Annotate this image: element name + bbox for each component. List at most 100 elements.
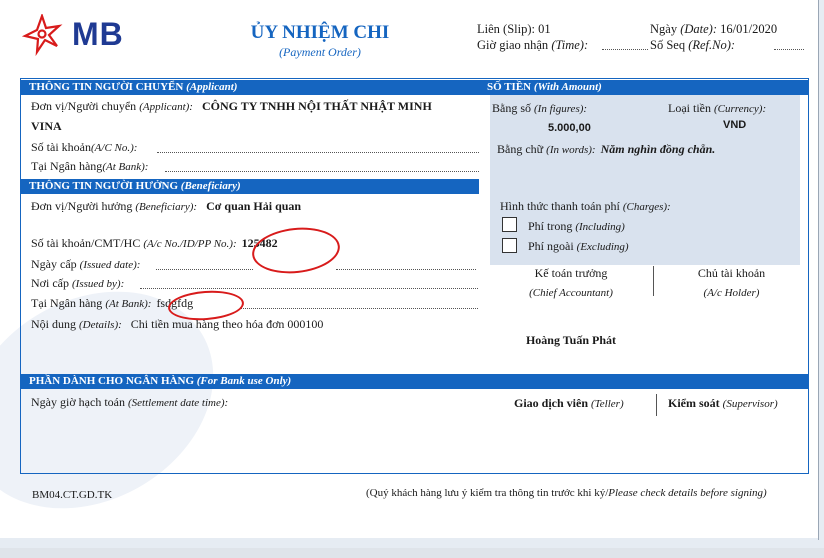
date-label: Ngày (650, 22, 678, 36)
words-label-en: (In words): (546, 144, 596, 156)
footer-note-en: Please check details before signing) (608, 487, 767, 499)
applicant-account-label: Số tài khoản (31, 140, 91, 154)
beneficiary-bank-label-en: (At Bank): (105, 298, 152, 310)
charges-label-en: (Charges): (622, 201, 671, 213)
beneficiary-heading-text: THÔNG TIN NGƯỜI HƯỞNG (29, 180, 179, 192)
beneficiary-account-label-en: (A/c No./ID/PP No.): (143, 238, 237, 250)
logo-text: MB (72, 16, 124, 52)
applicant-unit-value: CÔNG TY TNHH NỘI THẤT NHẬT MINH (201, 99, 432, 113)
issued-date-field (156, 269, 253, 270)
time-label: Giờ giao nhận (477, 38, 549, 52)
date-label-en: (Date): (680, 22, 717, 36)
beneficiary-unit-label-en: (Beneficiary): (135, 201, 198, 213)
form-code: BM04.CT.GD.TK (32, 489, 113, 501)
applicant-bank-field (165, 171, 479, 172)
words-value: Năm nghìn đồng chẵn. (600, 142, 716, 156)
date-row: Ngày (Date): 16/01/2020 (650, 22, 777, 37)
beneficiary-bank-label: Tại Ngân hàng (31, 296, 103, 310)
including-row: Phí trong (Including) (528, 219, 625, 234)
details-label-en: (Details): (79, 319, 122, 331)
issued-by-field (140, 288, 478, 289)
applicant-bank-label-en: (At Bank): (102, 161, 149, 173)
applicant-unit-value-2: VINA (31, 119, 62, 133)
words-label: Bằng chữ (497, 142, 544, 156)
details-label: Nội dung (31, 317, 76, 331)
details-value: Chi tiền mua hàng theo hóa đơn 000100 (130, 317, 324, 331)
time-label-en: (Time): (551, 38, 589, 52)
beneficiary-account-row: Số tài khoản/CMT/HC (A/c No./ID/PP No.):… (31, 236, 278, 251)
including-label-en: (Including) (575, 221, 625, 233)
including-checkbox[interactable] (502, 217, 517, 232)
mb-logo: MB (21, 12, 142, 57)
excluding-label: Phí ngoài (528, 239, 574, 253)
issued-date-label-en: (Issued date): (79, 259, 141, 271)
beneficiary-unit-value: Cơ quan Hải quan (206, 199, 302, 213)
currency-row: Loại tiền (Currency): (668, 101, 766, 116)
supervisor-label: Kiểm soát (668, 396, 720, 410)
figures-row: Bằng số (In figures): (492, 101, 587, 116)
seq-label-en: (Ref.No): (688, 38, 736, 52)
footer-note-vi: (Quý khách hàng lưu ý kiểm tra thông tin… (366, 487, 609, 499)
applicant-account-field (157, 152, 479, 153)
amount-heading: SỐ TIỀN (With Amount) (479, 80, 808, 95)
time-row: Giờ giao nhận (Time): (477, 38, 588, 53)
excluding-label-en: (Excluding) (576, 241, 629, 253)
account-holder-label: Chủ tài khoản (697, 266, 766, 280)
page-right-edge (818, 0, 819, 540)
chief-accountant-label-en: (Chief Accountant) (529, 287, 613, 299)
seq-label: Số Seq (650, 38, 686, 52)
page-title: ỦY NHIỆM CHI (250, 22, 390, 43)
beneficiary-bank-field (240, 308, 478, 309)
applicant-heading-text: THÔNG TIN NGƯỜI CHUYỂN (29, 81, 184, 93)
date-value: 16/01/2020 (720, 22, 778, 36)
beneficiary-heading-en: (Beneficiary) (180, 180, 241, 192)
applicant-account-label-en: (A/C No.): (91, 142, 138, 154)
charges-row: Hình thức thanh toán phí (Charges): (500, 199, 671, 214)
mb-star-icon (21, 12, 63, 57)
applicant-bank-label: Tại Ngân hàng (31, 159, 103, 173)
applicant-unit-row: Đơn vị/Người chuyển (Applicant): CÔNG TY… (31, 99, 432, 114)
window-bottom-edge (0, 548, 824, 558)
bank-use-heading-en: (For Bank use Only) (196, 375, 292, 387)
footer-note: (Quý khách hàng lưu ý kiểm tra thông tin… (366, 487, 767, 499)
issued-date-row: Ngày cấp (Issued date): (31, 257, 140, 272)
account-holder-label-en: (A/c Holder) (703, 287, 760, 299)
issued-date-field-2 (336, 269, 476, 270)
bank-use-heading-text: PHẦN DÀNH CHO NGÂN HÀNG (29, 375, 194, 387)
beneficiary-heading: THÔNG TIN NGƯỜI HƯỞNG (Beneficiary) (21, 179, 479, 194)
supervisor-label-en: (Supervisor) (722, 398, 778, 410)
bank-use-divider (656, 394, 657, 416)
page-subtitle: (Payment Order) (279, 45, 361, 59)
amount-heading-text: SỐ TIỀN (487, 81, 532, 93)
settlement-label: Ngày giờ hạch toán (31, 395, 125, 409)
seq-row: Số Seq (Ref.No): (650, 38, 735, 53)
excluding-checkbox[interactable] (502, 238, 517, 253)
chief-accountant-block: Kế toán trưởng (Chief Accountant) (490, 266, 652, 299)
bank-use-heading: PHẦN DÀNH CHO NGÂN HÀNG (For Bank use On… (21, 374, 808, 389)
slip-label: Liên (Slip): 01 (477, 22, 551, 36)
teller-row: Giao dịch viên (Teller) (514, 396, 624, 411)
settlement-row: Ngày giờ hạch toán (Settlement date time… (31, 395, 228, 410)
currency-label: Loại tiền (668, 101, 711, 115)
applicant-bank-row: Tại Ngân hàng(At Bank): (31, 159, 148, 174)
figures-value: 5.000,00 (548, 122, 591, 134)
chief-accountant-label: Kế toán trưởng (534, 266, 608, 280)
teller-label-en: (Teller) (591, 398, 624, 410)
page-title-block: ỦY NHIỆM CHI (Payment Order) (230, 22, 410, 60)
excluding-row: Phí ngoài (Excluding) (528, 239, 629, 254)
applicant-unit-label: Đơn vị/Người chuyển (31, 99, 137, 113)
time-dots (602, 49, 648, 50)
beneficiary-unit-row: Đơn vị/Người hưởng (Beneficiary): Cơ qua… (31, 199, 301, 214)
including-label: Phí trong (528, 219, 573, 233)
seq-dots (774, 49, 804, 50)
issued-by-label-en: (Issued by): (72, 278, 125, 290)
issued-date-label: Ngày cấp (31, 257, 77, 271)
beneficiary-unit-label: Đơn vị/Người hưởng (31, 199, 133, 213)
amount-heading-en: (With Amount) (533, 81, 602, 93)
words-row: Bằng chữ (In words): Năm nghìn đồng chẵn… (497, 142, 715, 157)
supervisor-row: Kiểm soát (Supervisor) (668, 396, 778, 411)
charges-label: Hình thức thanh toán phí (500, 199, 620, 213)
teller-label: Giao dịch viên (514, 396, 589, 410)
issued-by-label: Nơi cấp (31, 276, 69, 290)
currency-label-en: (Currency): (713, 103, 767, 115)
